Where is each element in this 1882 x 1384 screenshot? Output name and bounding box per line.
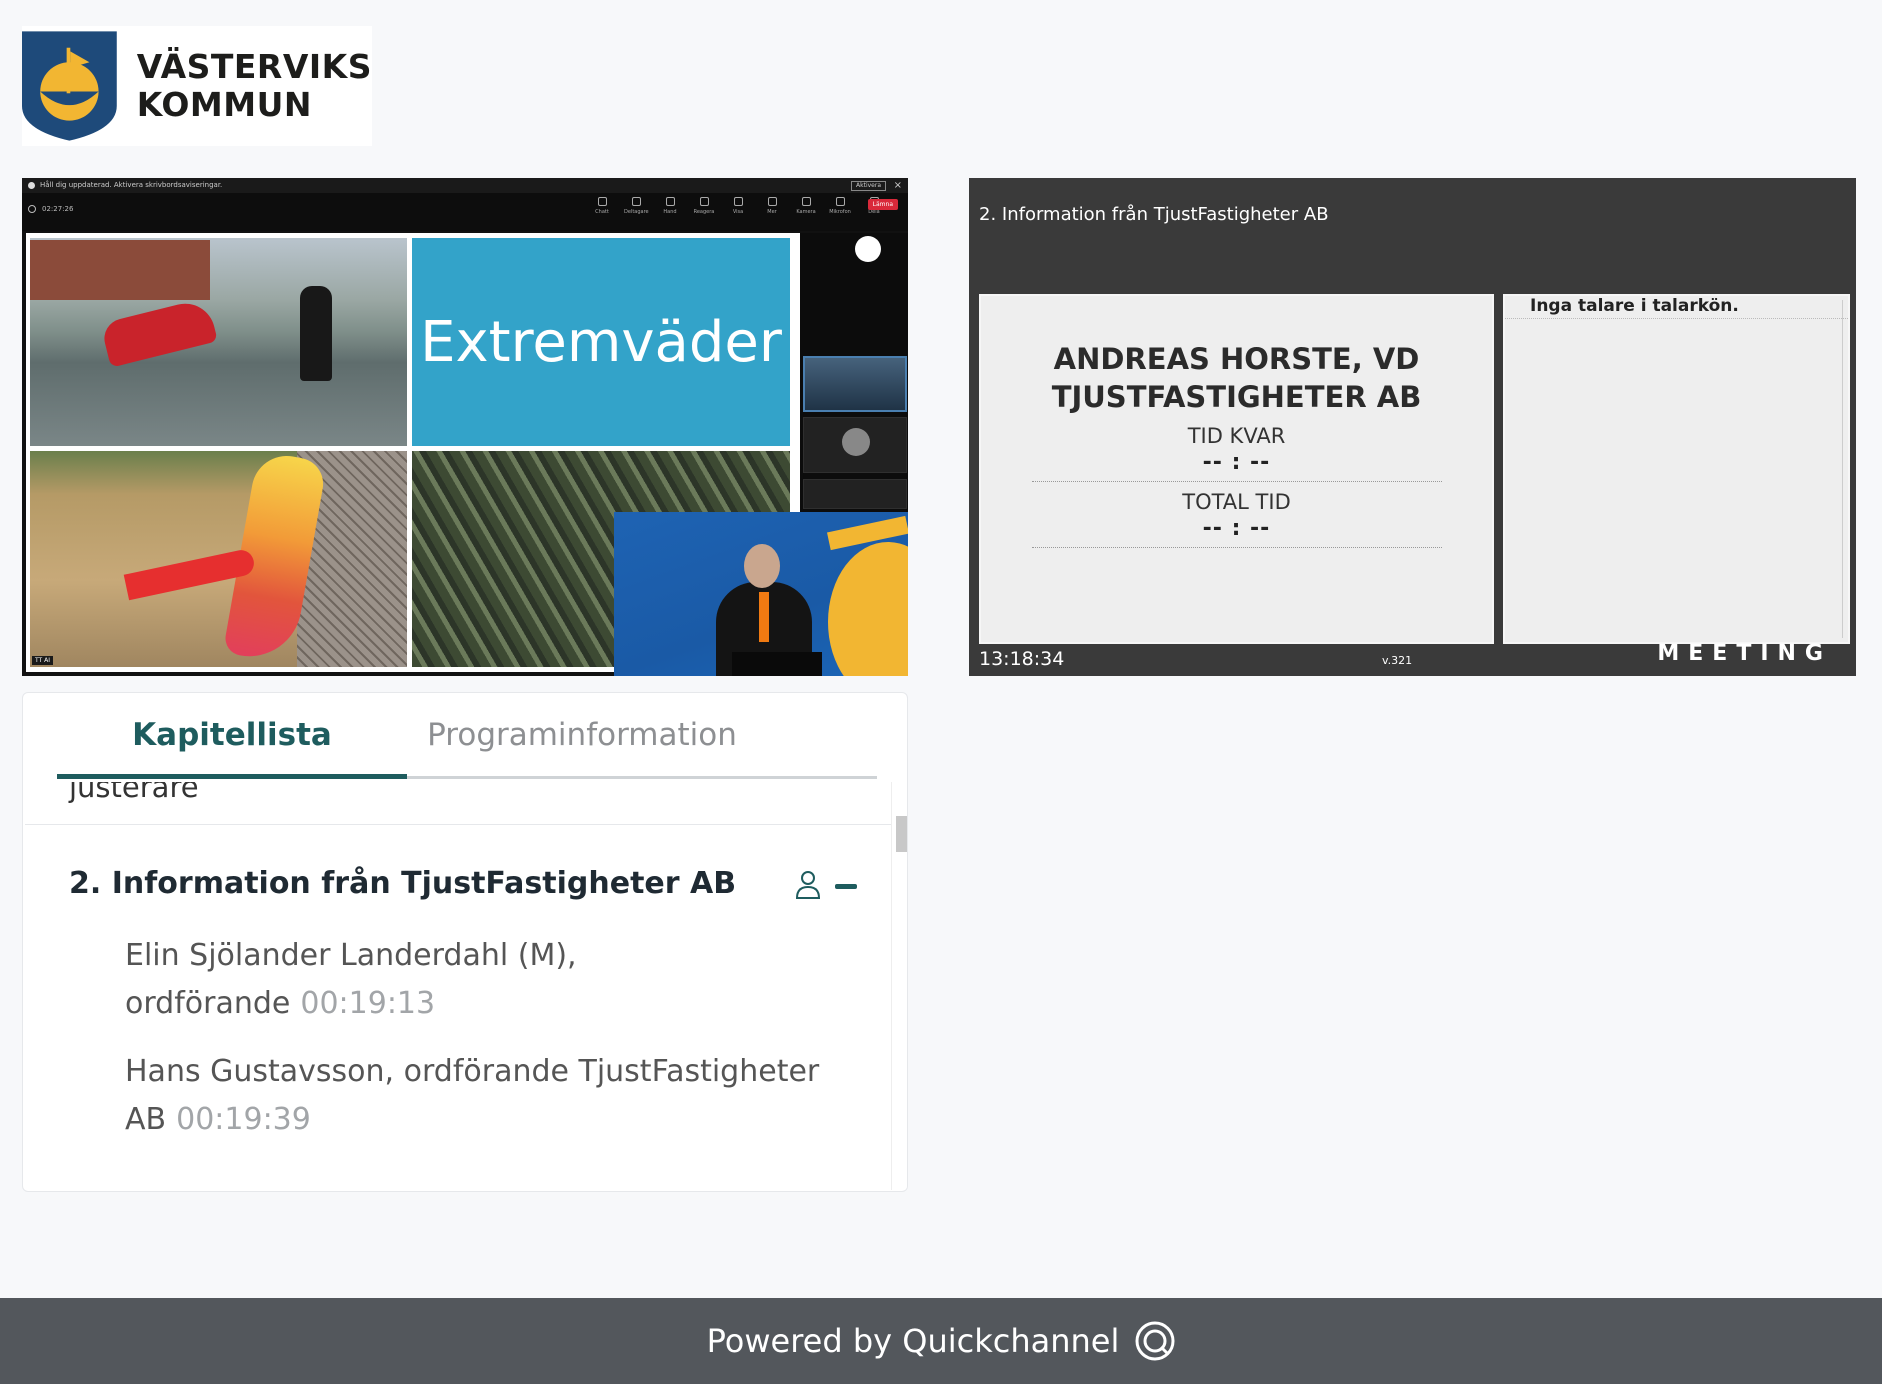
logo-wordmark: VÄSTERVIKS KOMMUN [137, 48, 372, 124]
chapter-entry[interactable]: Elin Sjölander Landerdahl (M), ordförand… [125, 932, 845, 1028]
speaker-name-line-2: TJUSTFASTIGHETER AB [1051, 380, 1422, 414]
chapter-tabs: Kapitellista Programinformation [57, 693, 877, 779]
time-left-label: TID KVAR [1187, 424, 1286, 448]
grid-icon [733, 197, 743, 206]
footer: Powered by Quickchannel [0, 1298, 1882, 1384]
total-time-label: TOTAL TID [1182, 490, 1291, 514]
entry-timestamp: 00:19:13 [300, 986, 436, 1021]
hand-icon [665, 197, 675, 206]
speaker-name-line-1: ANDREAS HORSTE, VD [1053, 342, 1420, 376]
logo-line-1: VÄSTERVIKS [136, 47, 372, 86]
person-icon[interactable] [795, 870, 821, 900]
shield-icon [28, 205, 36, 213]
time-left-value: -- : -- [1202, 450, 1271, 475]
people-icon [631, 197, 641, 206]
smiley-icon [699, 197, 709, 206]
municipality-shield-icon [22, 31, 117, 141]
camera-tool[interactable]: Kamera [794, 197, 818, 215]
chapter-entry[interactable]: Hans Gustavsson, ordförande TjustFastigh… [125, 1048, 845, 1144]
chapter-list: justerare 2. Information från TjustFasti… [25, 782, 891, 1190]
info-icon [28, 182, 35, 189]
tab-kapitellista[interactable]: Kapitellista [57, 693, 407, 779]
video-player[interactable]: Håll dig uppdaterad. Aktivera skrivbords… [22, 178, 908, 676]
tab-programinformation[interactable]: Programinformation [407, 693, 757, 776]
chat-icon [597, 197, 607, 206]
close-icon[interactable]: × [894, 178, 902, 193]
leave-button[interactable]: Lämna [867, 199, 898, 210]
notification-bar: Håll dig uppdaterad. Aktivera skrivbords… [22, 178, 908, 193]
drought-photo: TT AI [30, 450, 407, 667]
call-elapsed-time: 02:27:26 [42, 205, 74, 213]
microphone-icon [835, 197, 845, 206]
version-label: v.321 [1382, 654, 1413, 667]
scrollbar-thumb[interactable] [896, 816, 907, 852]
quickchannel-logo-icon[interactable] [1135, 1321, 1175, 1361]
microphone-tool[interactable]: Mikrofon [828, 197, 852, 215]
react-tool[interactable]: Reagera [692, 197, 716, 215]
powered-by-text: Powered by Quickchannel [706, 1322, 1120, 1360]
participant-tile[interactable] [803, 479, 907, 509]
avatar-icon [842, 428, 870, 456]
participants-tool[interactable]: Deltagare [624, 197, 649, 215]
more-icon [767, 197, 777, 206]
photo-caption: TT AI [32, 656, 54, 665]
enable-notifications-button[interactable]: Aktivera [851, 181, 886, 191]
call-toolbar: 02:27:26 Chatt Deltagare Hand Reagera Vi… [22, 193, 908, 231]
meeting-clock: 13:18:34 [979, 648, 1065, 670]
speaker-name: ANDREAS HORSTE, VD TJUSTFASTIGHETER AB [981, 340, 1492, 416]
chapter-card: Kapitellista Programinformation justerar… [22, 692, 908, 1192]
collapse-icon[interactable] [835, 884, 857, 889]
notification-text: Håll dig uppdaterad. Aktivera skrivbords… [40, 181, 223, 189]
chapter-scrollbar[interactable] [891, 782, 907, 1190]
view-tool[interactable]: Visa [726, 197, 750, 215]
entry-timestamp: 00:19:39 [176, 1102, 311, 1137]
participant-tile[interactable] [803, 356, 907, 412]
meeting-brand: MEETING [1657, 641, 1832, 666]
participant-tile[interactable] [803, 417, 907, 473]
flood-photo [30, 238, 407, 446]
camera-icon [801, 197, 811, 206]
meeting-panel: 2. Information från TjustFastigheter AB … [969, 178, 1856, 676]
list-item[interactable]: justerare [69, 782, 199, 804]
current-speaker-box: ANDREAS HORSTE, VD TJUSTFASTIGHETER AB T… [979, 294, 1494, 644]
raise-hand-tool[interactable]: Hand [658, 197, 682, 215]
speaker-queue-empty: Inga talare i talarkön. [1530, 296, 1739, 316]
divider [1031, 547, 1442, 548]
chapter-title[interactable]: 2. Information från TjustFastigheter AB [69, 866, 736, 901]
call-tools: Chatt Deltagare Hand Reagera Visa Mer Ka… [590, 197, 886, 215]
more-tool[interactable]: Mer [760, 197, 784, 215]
divider [25, 824, 891, 825]
total-time-value: -- : -- [1202, 516, 1271, 541]
speaker-video [614, 512, 908, 676]
vasterviks-kommun-logo: VÄSTERVIKS KOMMUN [22, 26, 372, 146]
queue-scrollbar[interactable] [1842, 300, 1846, 638]
municipality-badge-icon [855, 236, 881, 262]
speaker-queue: Inga talare i talarkön. [1503, 294, 1850, 644]
logo-line-2: KOMMUN [136, 85, 313, 124]
chat-tool[interactable]: Chatt [590, 197, 614, 215]
slide-title: Extremväder [412, 238, 790, 446]
agenda-item-title: 2. Information från TjustFastigheter AB [979, 204, 1329, 225]
divider [1031, 481, 1442, 482]
